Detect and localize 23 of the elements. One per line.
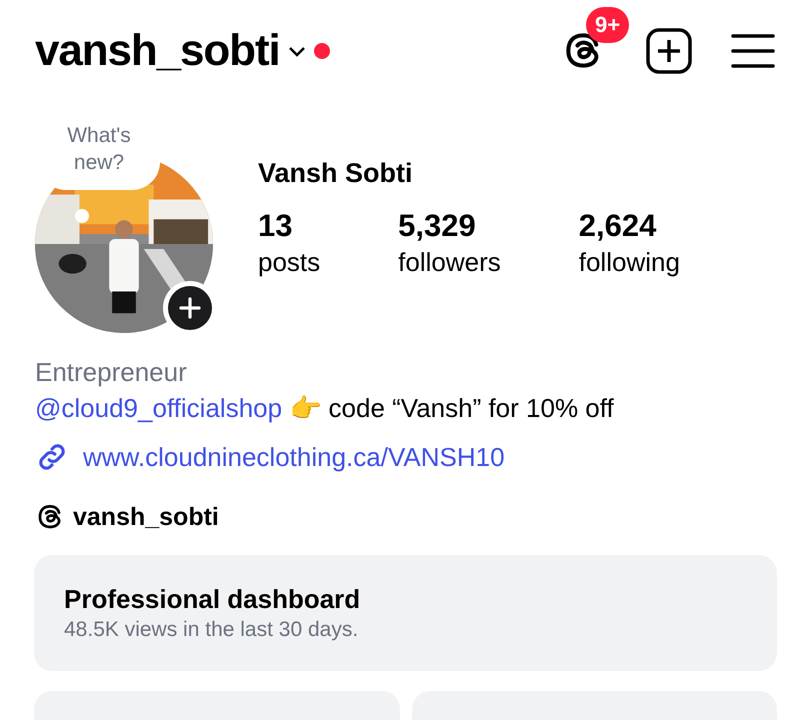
stat-value[interactable]: 5,329 xyxy=(398,207,501,245)
dashboard-subtitle: 48.5K views in the last 30 days. xyxy=(64,617,360,643)
bio-text: @cloud9_officialshop 👉 code “Vansh” for 10% off xyxy=(35,392,615,425)
stat-label: posts xyxy=(258,246,320,279)
stat-value: 13 xyxy=(258,207,294,245)
plus-icon xyxy=(179,297,201,319)
professional-dashboard-card[interactable]: Professional dashboard 48.5K views in the last 30 days. xyxy=(34,555,777,671)
full-name: Vansh Sobti xyxy=(258,157,414,190)
add-icon[interactable] xyxy=(645,27,693,75)
website-link[interactable]: www.cloudnineclothing.ca/VANSH10 xyxy=(83,439,505,475)
stat-label[interactable]: followers xyxy=(398,245,501,279)
stat-value[interactable]: 2,624 xyxy=(578,207,680,245)
threads-handle[interactable]: vansh_sobti xyxy=(73,499,219,535)
mention-link[interactable]: @cloud9_officialshop xyxy=(35,393,282,423)
notification-badge: 9+ xyxy=(586,7,630,43)
menu-icon[interactable] xyxy=(731,33,775,69)
notification-dot-icon xyxy=(314,43,330,59)
username[interactable]: vansh_sobti xyxy=(35,29,280,73)
chevron-down-icon[interactable] xyxy=(288,45,306,57)
category-label: Entrepreneur xyxy=(35,356,188,389)
dashboard-title: Professional dashboard xyxy=(64,583,362,616)
stat-label[interactable]: following xyxy=(578,245,680,279)
bubble-tail-icon xyxy=(75,209,89,223)
